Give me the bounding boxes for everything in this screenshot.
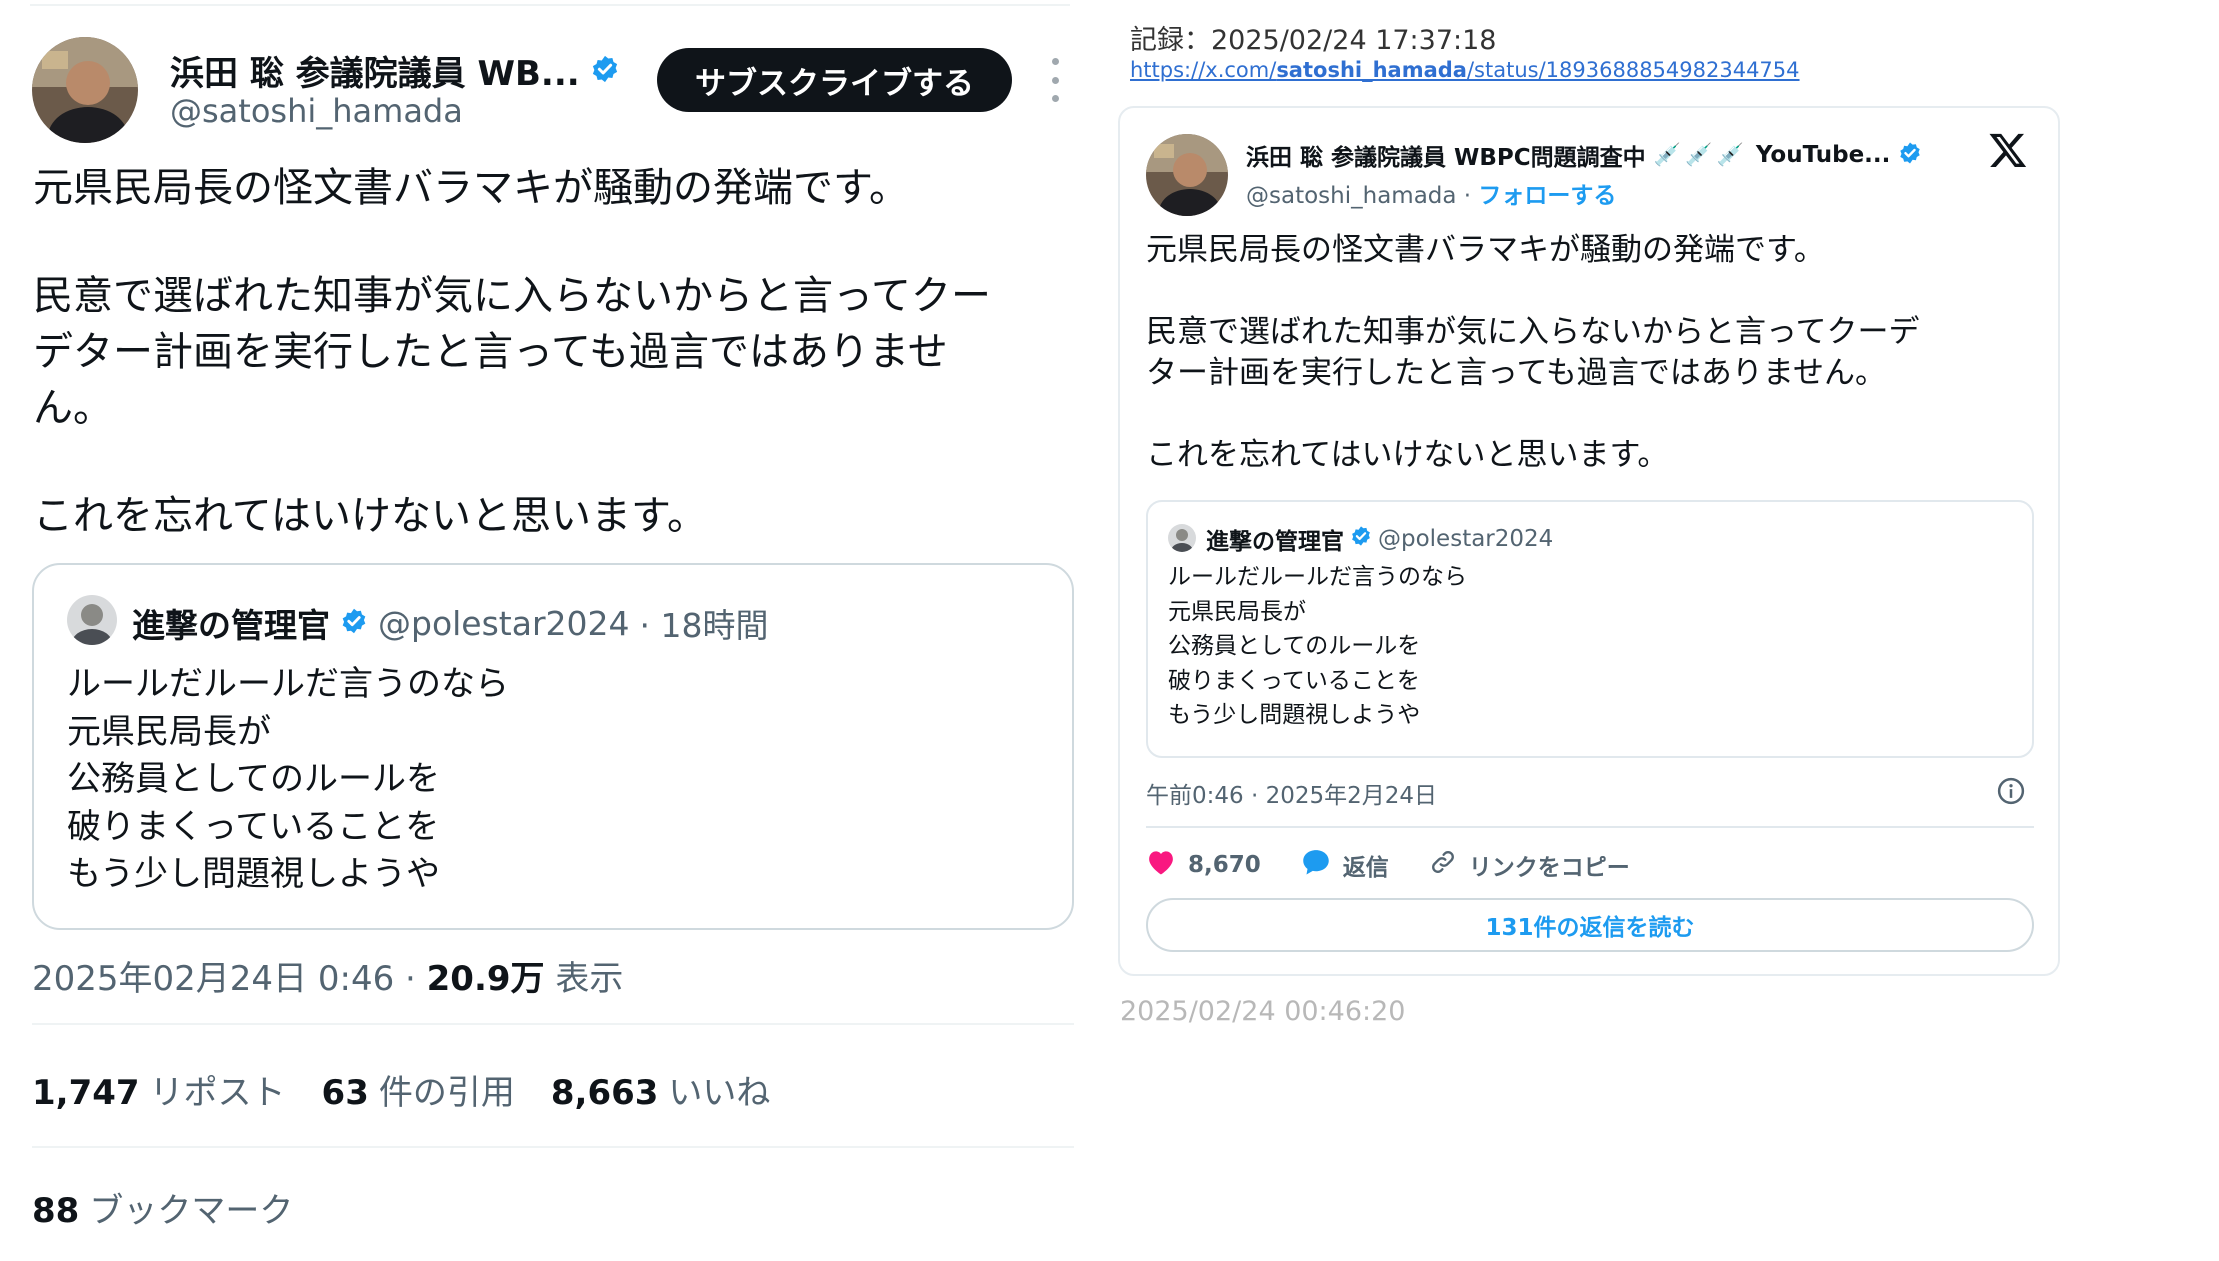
author-handle[interactable]: @satoshi_hamada · (1246, 183, 1478, 209)
like-action[interactable]: 8,670 (1146, 848, 1261, 882)
archived-tweet-panel: 記録：2025/02/24 17:37:18 https://x.com/sat… (1110, 0, 2219, 1261)
author-name-suffix[interactable]: YouTube... (1756, 142, 1891, 168)
more-options-icon[interactable] (1040, 58, 1070, 102)
verified-badge-icon (590, 54, 620, 88)
quoted-author-avatar[interactable] (67, 595, 117, 645)
bookmark-count: 88 (32, 1191, 80, 1231)
tweet-paragraph: 民意で選ばれた知事が気に入らないからと言ってクー (33, 273, 991, 319)
quoted-line: 公務員としてのルールを (67, 759, 440, 799)
info-icon[interactable] (1996, 776, 2026, 806)
author-name[interactable]: 浜田 聡 参議院議員 WBPC問題調査中 (1246, 138, 1646, 172)
view-count: 20.9万 (426, 959, 545, 999)
quoted-line: 破りまくっていることを (1168, 667, 1420, 694)
quoted-author-avatar[interactable] (1168, 524, 1196, 552)
quoted-line: もう少し問題視しようや (1168, 702, 1421, 728)
view-label: 表示 (555, 959, 624, 999)
author-handle[interactable]: @satoshi_hamada (170, 92, 463, 130)
divider (32, 1023, 1074, 1025)
bookmark-label: ブックマーク (89, 1191, 294, 1231)
link-icon (1429, 848, 1457, 882)
tweet-datetime[interactable]: 2025年02月24日 0:46 · (32, 959, 427, 999)
record-timestamp: 記録：2025/02/24 17:37:18 (1130, 25, 1497, 56)
quote-stat[interactable]: 63 件の引用 (322, 1065, 515, 1114)
author-name[interactable]: 浜田 聡 参議院議員 WB... (170, 46, 580, 95)
repost-stat[interactable]: 1,747 リポスト (32, 1065, 286, 1114)
quoted-tweet[interactable]: 進撃の管理官 @polestar2024 ルールだルールだ言うのなら 元県民局長… (1146, 500, 2034, 758)
author-avatar[interactable] (1146, 134, 1228, 216)
x-logo-icon[interactable] (1988, 130, 2028, 170)
subscribe-button[interactable]: サブスクライブする (657, 48, 1012, 112)
quoted-author-handle[interactable]: @polestar2024 (378, 604, 630, 643)
reply-action[interactable]: 返信 (1301, 848, 1389, 882)
quoted-tweet[interactable]: 進撃の管理官 @polestar2024 · 18時間 ルールだルールだ言うのな… (32, 563, 1074, 930)
quoted-line: ルールだルールだ言うのなら (1168, 564, 1467, 590)
syringe-icon: 💉💉💉 (1653, 142, 1748, 168)
quoted-line: 破りまくっていることを (67, 806, 440, 847)
tweet-url-link[interactable]: https://x.com/satoshi_hamada/status/1893… (1130, 58, 1800, 82)
engagement-stats: 1,747 リポスト 63 件の引用 8,663 いいね (32, 1065, 770, 1114)
quoted-tweet-time: · 18時間 (639, 606, 769, 645)
tweet-paragraph: ん。 (33, 385, 113, 431)
tweet-paragraph: これを忘れてはいけないと思います。 (33, 493, 707, 539)
like-stat[interactable]: 8,663 いいね (551, 1065, 771, 1114)
tweet-paragraph: 元県民局長の怪文書バラマキが騒動の発端です。 (33, 165, 909, 211)
like-count: 8,670 (1188, 852, 1261, 878)
reply-label: 返信 (1342, 855, 1389, 881)
left-tweet-panel: 浜田 聡 参議院議員 WB... @satoshi_hamada サブスクライブ… (0, 0, 1090, 1261)
embedded-tweet-card: 浜田 聡 参議院議員 WBPC問題調査中 💉💉💉 YouTube... @sat… (1118, 106, 2060, 976)
copy-link-action[interactable]: リンクをコピー (1429, 848, 1630, 882)
reply-bubble-icon (1301, 848, 1331, 882)
quoted-line: 元県民局長が (67, 711, 271, 752)
copy-link-label: リンクをコピー (1468, 855, 1630, 881)
heart-icon (1146, 848, 1176, 882)
bookmark-stat[interactable]: 88 ブックマーク (32, 1183, 293, 1232)
quoted-author-name[interactable]: 進撃の管理官 (1206, 522, 1344, 556)
author-avatar[interactable] (32, 37, 138, 143)
tweet-paragraph: デター計画を実行したと言っても過言ではありませ (33, 329, 948, 375)
verified-badge-icon (1350, 525, 1372, 553)
divider (1146, 826, 2034, 828)
tweet-paragraph: これを忘れてはいけないと思います。 (1146, 437, 1669, 473)
follow-link[interactable]: フォローする (1478, 183, 1616, 209)
divider (32, 1146, 1074, 1148)
quoted-tweet-text: ルールだルールだ言うのなら 元県民局長が 公務員としてのルールを 破りまくってい… (67, 661, 509, 899)
tweet-datetime[interactable]: 午前0:46 · 2025年2月24日 (1146, 776, 1437, 810)
capture-timestamp: 2025/02/24 00:46:20 (1120, 996, 1406, 1027)
tweet-paragraph: ター計画を実行したと言っても過言ではありません。 (1146, 355, 1886, 391)
tweet-text: 元県民局長の怪文書バラマキが騒動の発端です。 民意で選ばれた知事が気に入らないか… (33, 160, 1073, 544)
quoted-tweet-text: ルールだルールだ言うのなら 元県民局長が 公務員としてのルールを 破りまくってい… (1168, 560, 1467, 733)
verified-badge-icon (340, 604, 368, 643)
quoted-line: 公務員としてのルールを (1168, 633, 1421, 659)
quoted-line: もう少し問題視しようや (67, 854, 440, 894)
quoted-author-name[interactable]: 進撃の管理官 (132, 599, 330, 647)
tweet-meta: 2025年02月24日 0:46 · 20.9万 表示 (32, 951, 623, 1000)
tweet-paragraph: 元県民局長の怪文書バラマキが騒動の発端です。 (1146, 232, 1825, 268)
tweet-text: 元県民局長の怪文書バラマキが騒動の発端です。 民意で選ばれた知事が気に入らないか… (1146, 230, 2046, 476)
verified-badge-icon (1898, 141, 1922, 169)
top-divider (30, 4, 1070, 6)
quoted-author-handle[interactable]: @polestar2024 (1378, 526, 1553, 552)
quoted-line: ルールだルールだ言うのなら (67, 664, 509, 704)
read-replies-button[interactable]: 131件の返信を読む (1146, 898, 2034, 952)
tweet-paragraph: 民意で選ばれた知事が気に入らないからと言ってクーデ (1146, 314, 1920, 350)
tweet-actions: 8,670 返信 リンクをコピー (1146, 848, 1670, 882)
quoted-line: 元県民局長が (1168, 598, 1306, 625)
